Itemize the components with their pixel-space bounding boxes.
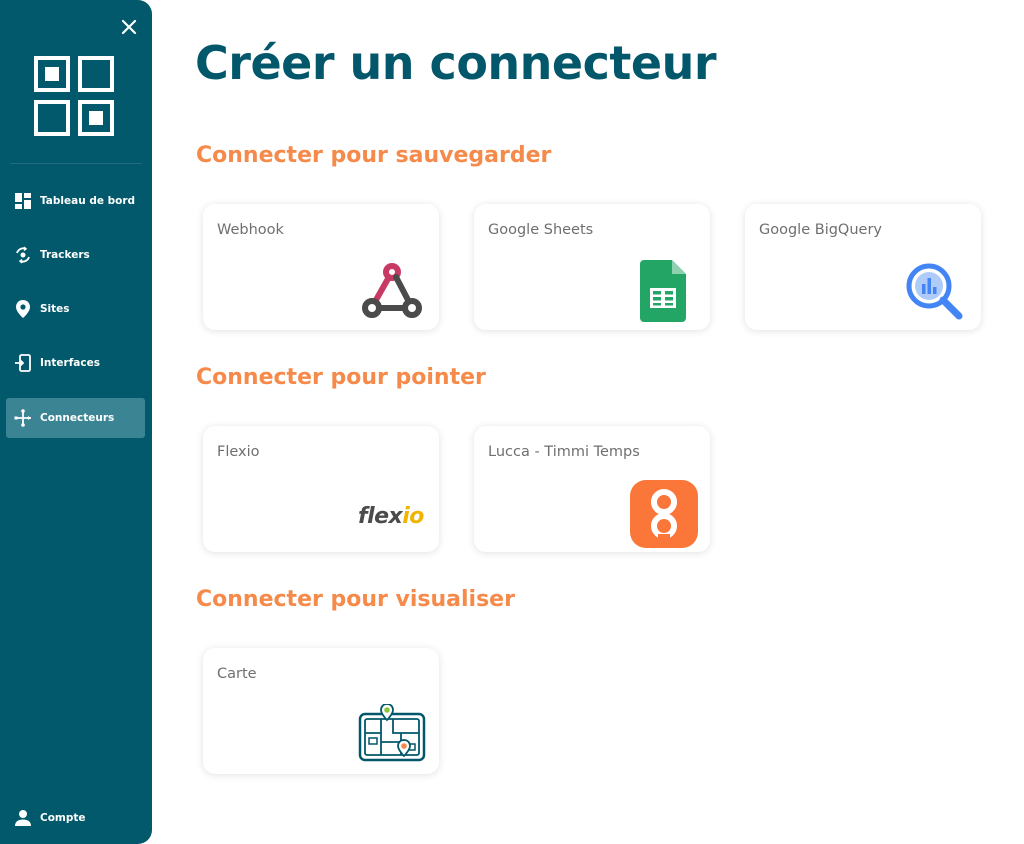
sidebar-item-label: Interfaces	[40, 357, 100, 369]
location-pin-icon	[14, 300, 32, 318]
connector-card-google-sheets[interactable]: Google Sheets	[474, 204, 710, 330]
lucca-timmi-icon	[630, 480, 698, 548]
sidebar-item-label: Sites	[40, 303, 70, 315]
google-sheets-icon	[640, 260, 686, 322]
sidebar-item-trackers[interactable]: Trackers	[6, 235, 145, 275]
sidebar-item-sites[interactable]: Sites	[6, 289, 145, 329]
sidebar-item-label: Trackers	[40, 249, 90, 261]
google-bigquery-icon	[906, 263, 963, 320]
section-title-pointer: Connecter pour pointer	[196, 365, 486, 390]
tracker-icon	[14, 246, 32, 264]
close-sidebar-button[interactable]	[118, 16, 140, 38]
map-icon	[358, 704, 426, 762]
dashboard-icon	[14, 192, 32, 210]
main-content: Créer un connecteur Connecter pour sauve…	[152, 0, 1024, 844]
sidebar-item-tableau-de-bord[interactable]: Tableau de bord	[6, 181, 145, 221]
card-label: Lucca - Timmi Temps	[488, 444, 640, 460]
user-icon	[14, 809, 32, 827]
close-icon	[121, 19, 137, 35]
card-label: Google BigQuery	[759, 222, 882, 238]
connector-icon	[14, 409, 32, 427]
connector-card-flexio[interactable]: Flexio flexio	[203, 426, 439, 552]
card-label: Flexio	[217, 444, 260, 460]
connector-card-carte[interactable]: Carte	[203, 648, 439, 774]
sidebar-item-compte[interactable]: Compte	[6, 798, 145, 838]
sidebar-item-label: Connecteurs	[40, 412, 115, 424]
sidebar: Tableau de bord Trackers Sites Interface…	[0, 0, 152, 844]
card-label: Carte	[217, 666, 257, 682]
card-label: Webhook	[217, 222, 284, 238]
page-title: Créer un connecteur	[195, 36, 717, 90]
flexio-logo: flexio	[358, 504, 424, 529]
connector-card-google-bigquery[interactable]: Google BigQuery	[745, 204, 981, 330]
section-title-visualiser: Connecter pour visualiser	[196, 587, 515, 612]
sidebar-item-interfaces[interactable]: Interfaces	[6, 343, 145, 383]
connector-card-webhook[interactable]: Webhook	[203, 204, 439, 330]
section-title-sauvegarder: Connecter pour sauvegarder	[196, 143, 552, 168]
app-logo	[34, 56, 116, 138]
card-label: Google Sheets	[488, 222, 594, 238]
sidebar-item-label: Compte	[40, 812, 86, 824]
sidebar-divider	[10, 163, 142, 164]
connector-card-lucca-timmi-temps[interactable]: Lucca - Timmi Temps	[474, 426, 710, 552]
sidebar-item-label: Tableau de bord	[40, 195, 136, 207]
sidebar-item-connecteurs[interactable]: Connecteurs	[6, 398, 145, 438]
interface-icon	[14, 354, 32, 372]
webhook-icon	[362, 263, 422, 318]
